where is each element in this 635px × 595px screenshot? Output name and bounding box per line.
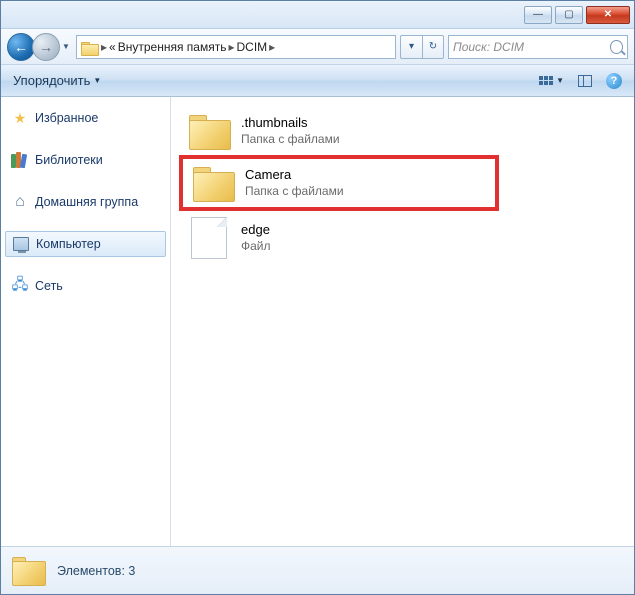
help-icon: ? <box>606 73 622 89</box>
back-button[interactable]: ← <box>7 33 35 61</box>
breadcrumb-prefix: « <box>109 40 116 54</box>
breadcrumb-part[interactable]: Внутренняя память <box>118 40 227 54</box>
explorer-window: — ▢ ✕ ← → ▼ ▸ « Внутренняя память ▸ DCIM… <box>0 0 635 595</box>
organize-button[interactable]: Упорядочить ▼ <box>9 71 105 90</box>
sidebar-item-computer[interactable]: Компьютер <box>5 231 166 257</box>
folder-icon <box>81 40 99 54</box>
breadcrumb-part[interactable]: DCIM <box>236 40 267 54</box>
search-icon <box>610 40 623 54</box>
breadcrumb-sep: ▸ <box>228 40 234 54</box>
breadcrumb-sep: ▸ <box>101 40 107 54</box>
organize-label: Упорядочить <box>13 73 90 88</box>
nav-buttons: ← → ▼ <box>7 33 72 61</box>
breadcrumb-sep: ▸ <box>269 40 275 54</box>
file-item[interactable]: edgeФайл <box>179 211 499 265</box>
item-type: Файл <box>241 239 271 254</box>
computer-icon <box>12 235 30 253</box>
preview-pane-button[interactable] <box>574 73 596 89</box>
refresh-group: ▾ ↻ <box>400 35 444 59</box>
navbar: ← → ▼ ▸ « Внутренняя память ▸ DCIM ▸ ▾ ↻ <box>1 29 634 65</box>
breadcrumb[interactable]: ▸ « Внутренняя память ▸ DCIM ▸ <box>76 35 396 59</box>
status-text: Элементов: 3 <box>57 564 135 578</box>
sidebar-item-network[interactable]: 🖧 Сеть <box>1 273 170 299</box>
item-info: edgeФайл <box>241 222 271 253</box>
grid-icon <box>539 76 553 85</box>
folder-item[interactable]: .thumbnailsПапка с файлами <box>179 107 499 155</box>
statusbar: Элементов: 3 <box>1 546 634 594</box>
chevron-down-icon: ▼ <box>556 76 564 85</box>
pane-icon <box>578 75 592 87</box>
item-type: Папка с файлами <box>241 132 340 147</box>
titlebar: — ▢ ✕ <box>1 1 634 29</box>
breadcrumb-dropdown[interactable]: ▾ <box>400 35 422 59</box>
sidebar-item-label: Библиотеки <box>35 153 103 167</box>
content-pane[interactable]: .thumbnailsПапка с файламиCameraПапка с … <box>171 97 634 546</box>
star-icon: ★ <box>11 109 29 127</box>
folder-icon <box>187 113 231 149</box>
chevron-down-icon: ▼ <box>93 76 101 85</box>
refresh-button[interactable]: ↻ <box>422 35 444 59</box>
item-info: .thumbnailsПапка с файлами <box>241 115 340 146</box>
sidebar-item-favorites[interactable]: ★ Избранное <box>1 105 170 131</box>
folder-icon <box>11 556 47 586</box>
toolbar: Упорядочить ▼ ▼ ? <box>1 65 634 97</box>
item-name: edge <box>241 222 271 238</box>
sidebar-item-homegroup[interactable]: ⌂ Домашняя группа <box>1 189 170 215</box>
folder-item[interactable]: CameraПапка с файлами <box>179 155 499 211</box>
item-type: Папка с файлами <box>245 184 344 199</box>
item-name: .thumbnails <box>241 115 340 131</box>
nav-history-dropdown[interactable]: ▼ <box>60 42 72 51</box>
forward-button[interactable]: → <box>32 33 60 61</box>
sidebar-item-libraries[interactable]: Библиотеки <box>1 147 170 173</box>
maximize-button[interactable]: ▢ <box>555 6 583 24</box>
item-name: Camera <box>245 167 344 183</box>
sidebar-item-label: Сеть <box>35 279 63 293</box>
minimize-button[interactable]: — <box>524 6 552 24</box>
item-info: CameraПапка с файлами <box>245 167 344 198</box>
view-mode-button[interactable]: ▼ <box>535 74 568 87</box>
books-icon <box>11 151 29 169</box>
sidebar-item-label: Избранное <box>35 111 98 125</box>
house-icon: ⌂ <box>11 193 29 211</box>
network-icon: 🖧 <box>11 277 29 295</box>
folder-icon <box>191 165 235 201</box>
sidebar-item-label: Компьютер <box>36 237 101 251</box>
close-button[interactable]: ✕ <box>586 6 630 24</box>
search-box[interactable] <box>448 35 628 59</box>
sidebar: ★ Избранное Библиотеки ⌂ Домашняя группа… <box>1 97 171 546</box>
help-button[interactable]: ? <box>602 71 626 91</box>
file-icon <box>191 217 227 259</box>
sidebar-item-label: Домашняя группа <box>35 195 138 209</box>
body: ★ Избранное Библиотеки ⌂ Домашняя группа… <box>1 97 634 546</box>
search-input[interactable] <box>453 40 606 54</box>
